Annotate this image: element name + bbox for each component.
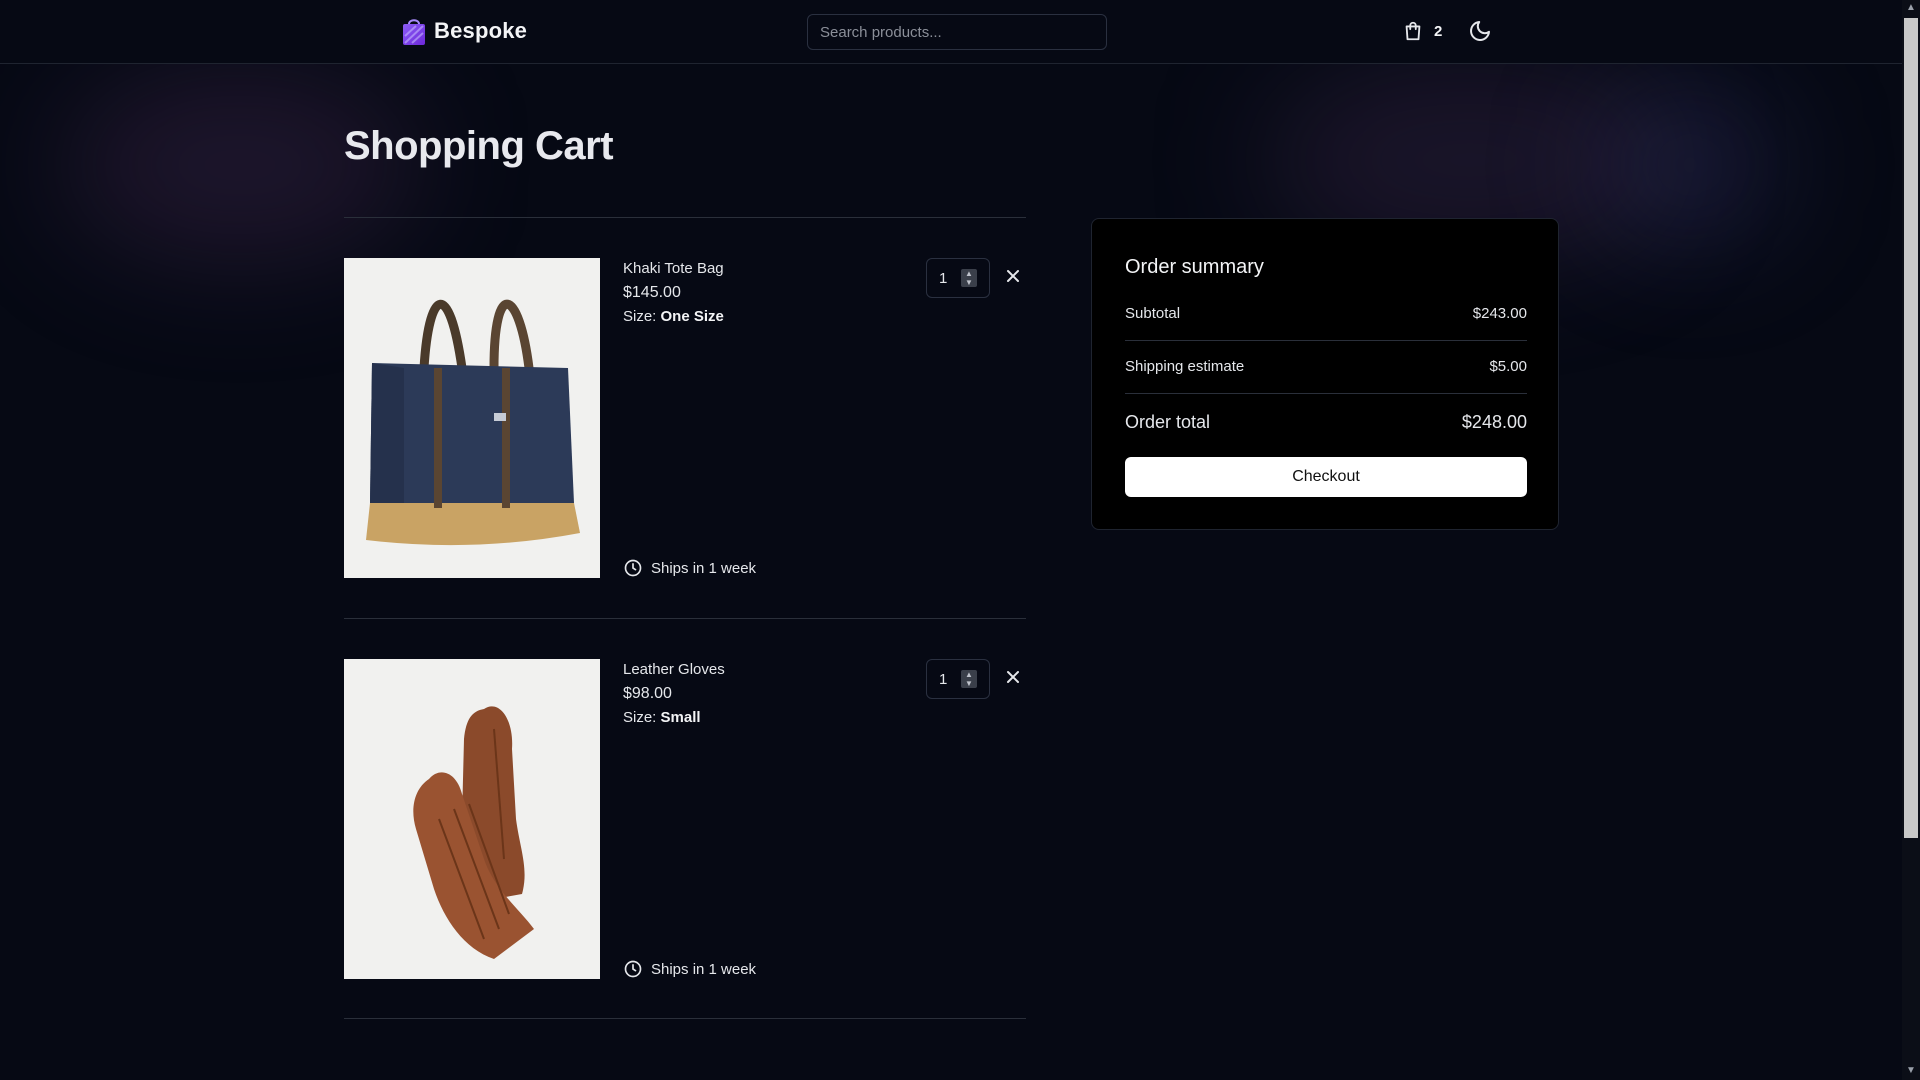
scrollbar[interactable]: ▲ ▼ [1902, 0, 1920, 1080]
shipping-value: $5.00 [1489, 358, 1527, 375]
search-input[interactable] [807, 14, 1107, 50]
shipping-row: Shipping estimate $5.00 [1125, 358, 1527, 375]
size-value: Small [660, 709, 701, 726]
top-nav: Bespoke 2 [0, 0, 1902, 64]
size-label: Size: [623, 709, 661, 726]
quantity-value[interactable]: 1 [939, 270, 947, 287]
scroll-down-arrow-icon[interactable]: ▼ [1906, 1066, 1916, 1076]
chevron-down-icon[interactable]: ▼ [961, 679, 977, 688]
cart-item: Leather Gloves $98.00 Size: Small 1 ▲ ▼ [344, 618, 1026, 1019]
item-size: Size: One Size [623, 308, 724, 325]
shipping-info: Ships in 1 week [623, 558, 756, 578]
shipping-text: Ships in 1 week [651, 559, 757, 577]
size-value: One Size [660, 308, 724, 325]
checkout-button[interactable]: Checkout [1125, 457, 1527, 497]
shipping-text: Ships in 1 week [651, 960, 757, 978]
item-name[interactable]: Khaki Tote Bag [623, 260, 724, 277]
chevron-up-icon[interactable]: ▲ [961, 269, 977, 278]
background-glow [1600, 90, 1780, 240]
cart-button[interactable]: 2 [1402, 20, 1442, 42]
item-name[interactable]: Leather Gloves [623, 661, 725, 678]
item-size: Size: Small [623, 709, 701, 726]
leather-gloves-illustration [344, 659, 600, 979]
chevron-down-icon[interactable]: ▼ [961, 278, 977, 287]
cart-item: Khaki Tote Bag $145.00 Size: One Size 1 … [344, 217, 1026, 618]
remove-item-button[interactable] [1005, 268, 1021, 289]
brand-logo[interactable]: Bespoke [402, 16, 527, 46]
subtotal-value: $243.00 [1472, 305, 1527, 322]
page-title: Shopping Cart [344, 124, 614, 168]
moon-icon [1470, 21, 1490, 41]
leather-gloves-image[interactable] [344, 659, 600, 979]
item-price: $98.00 [623, 685, 672, 702]
tote-bag-illustration [344, 258, 600, 578]
scroll-up-arrow-icon[interactable]: ▲ [1906, 3, 1916, 13]
cart-count-badge: 2 [1434, 22, 1443, 40]
shopping-bag-icon [1405, 21, 1421, 41]
page: Bespoke 2 Shopping Cart [0, 0, 1920, 1080]
order-total-label: Order total [1125, 412, 1211, 432]
close-icon [1007, 270, 1019, 282]
scrollbar-thumb[interactable] [1904, 18, 1918, 838]
divider [1125, 340, 1527, 341]
shopping-bag-logo-icon [403, 19, 425, 45]
shipping-info: Ships in 1 week [623, 959, 756, 979]
remove-item-button[interactable] [1005, 669, 1021, 690]
tote-bag-image[interactable] [344, 258, 600, 578]
shipping-label: Shipping estimate [1125, 358, 1245, 375]
subtotal-row: Subtotal $243.00 [1125, 305, 1527, 322]
brand-name: Bespoke [434, 18, 528, 43]
theme-toggle-button[interactable] [1468, 19, 1492, 48]
order-summary-panel: Order summary Subtotal $243.00 Shipping … [1091, 218, 1559, 530]
quantity-spinner[interactable]: ▲ ▼ [961, 670, 977, 688]
close-icon [1007, 671, 1019, 683]
order-total-row: Order total $248.00 [1125, 412, 1527, 433]
quantity-value[interactable]: 1 [939, 671, 947, 688]
cart-items-list: Khaki Tote Bag $145.00 Size: One Size 1 … [344, 217, 1026, 1019]
order-total-value: $248.00 [1461, 412, 1527, 432]
divider [1125, 393, 1527, 394]
clock-icon [624, 559, 642, 577]
item-price: $145.00 [623, 284, 681, 301]
size-label: Size: [623, 308, 661, 325]
quantity-spinner[interactable]: ▲ ▼ [961, 269, 977, 287]
quantity-stepper[interactable]: 1 ▲ ▼ [926, 258, 990, 298]
quantity-stepper[interactable]: 1 ▲ ▼ [926, 659, 990, 699]
clock-icon [624, 960, 642, 978]
subtotal-label: Subtotal [1125, 305, 1181, 322]
summary-title: Order summary [1125, 256, 1264, 278]
chevron-up-icon[interactable]: ▲ [961, 670, 977, 679]
